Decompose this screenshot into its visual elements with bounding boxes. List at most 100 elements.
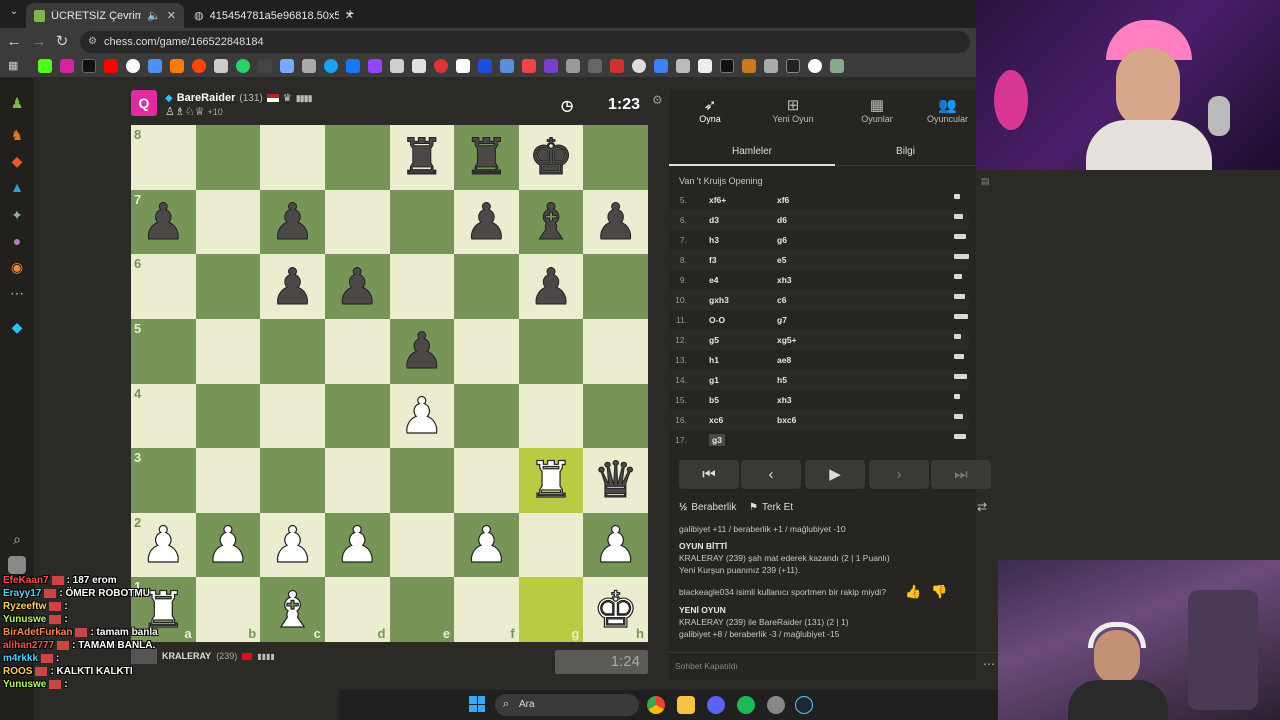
square-g4[interactable]: [518, 383, 584, 449]
black-move[interactable]: d6: [777, 215, 787, 225]
chat-input-bar[interactable]: Sohbet Kapatıldı ⋯: [669, 652, 999, 678]
white-move[interactable]: g3: [709, 434, 725, 446]
square-h7[interactable]: ♟: [583, 189, 648, 255]
more-options-icon[interactable]: ⋯: [983, 657, 995, 671]
square-h6[interactable]: [583, 254, 648, 319]
black-move[interactable]: ae8: [777, 355, 791, 365]
square-c7[interactable]: ♟: [260, 189, 325, 255]
tab-games[interactable]: ▦ Oyunlar: [835, 90, 919, 134]
chrome-icon[interactable]: [647, 696, 665, 714]
bookmark-icon[interactable]: [566, 59, 580, 73]
black-rook-icon[interactable]: ♜: [464, 132, 510, 183]
tab-moves[interactable]: Hamleler: [669, 138, 835, 166]
bookmark-icon[interactable]: [390, 59, 404, 73]
black-move[interactable]: g6: [777, 235, 787, 245]
white-move[interactable]: e4: [709, 275, 718, 285]
black-pawn-icon[interactable]: ♟: [334, 261, 380, 312]
bookmark-icon[interactable]: [478, 59, 492, 73]
square-e3[interactable]: [389, 448, 455, 513]
bookmark-kick-icon[interactable]: [38, 59, 52, 73]
square-b5[interactable]: [195, 318, 261, 384]
bookmark-icon[interactable]: [720, 59, 734, 73]
bookmark-youtube-icon[interactable]: [104, 59, 118, 73]
thumbs-down-icon[interactable]: 👎: [931, 584, 947, 600]
app-icon[interactable]: [767, 696, 785, 714]
tab-play[interactable]: ➶ Oyna: [669, 90, 751, 134]
square-h8[interactable]: [583, 125, 648, 190]
white-pawn-icon[interactable]: ♟: [270, 519, 316, 570]
avatar[interactable]: [8, 556, 26, 574]
square-b7[interactable]: [195, 189, 261, 255]
bookmark-icon[interactable]: [280, 59, 294, 73]
white-king-icon[interactable]: ♚: [593, 584, 639, 635]
white-move[interactable]: gxh3: [709, 295, 729, 305]
bookmark-reddit-icon[interactable]: [192, 59, 206, 73]
white-move[interactable]: d3: [709, 215, 719, 225]
white-move[interactable]: g1: [709, 375, 719, 385]
new-tab-button[interactable]: +: [346, 5, 354, 21]
square-e2[interactable]: [389, 512, 455, 578]
back-icon[interactable]: ←: [5, 33, 23, 51]
learn-icon[interactable]: ▲: [8, 178, 26, 196]
square-b4[interactable]: [195, 383, 261, 449]
tab-players[interactable]: 👥 Oyuncular: [919, 90, 976, 134]
url-field[interactable]: ⚙ chess.com/game/166522848184: [80, 31, 970, 53]
play-button[interactable]: ▶: [805, 460, 865, 489]
square-g3[interactable]: ♜: [518, 448, 584, 513]
black-pawn-icon[interactable]: ♟: [464, 196, 510, 247]
square-d5[interactable]: [324, 318, 390, 384]
bookmark-icon[interactable]: [522, 59, 536, 73]
diamond-icon[interactable]: ◆: [8, 318, 26, 336]
black-pawn-icon[interactable]: ♟: [270, 196, 316, 247]
black-bishop-icon[interactable]: ♝: [528, 196, 574, 247]
black-move[interactable]: xh3: [777, 395, 792, 405]
bookmark-google-icon[interactable]: [126, 59, 140, 73]
steam-icon[interactable]: [795, 696, 813, 714]
black-move[interactable]: g7: [777, 315, 787, 325]
black-pawn-icon[interactable]: ♟: [528, 261, 574, 312]
square-e4[interactable]: ♟: [389, 383, 455, 449]
player-name[interactable]: BareRaider: [177, 92, 236, 104]
bookmark-icon[interactable]: [786, 59, 800, 73]
bookmark-icon[interactable]: [808, 59, 822, 73]
square-c4[interactable]: [260, 383, 325, 449]
bookmark-icon[interactable]: [302, 59, 316, 73]
watch-icon[interactable]: ✦: [8, 206, 26, 224]
bookmark-icon[interactable]: [412, 59, 426, 73]
white-move[interactable]: xc6: [709, 415, 723, 425]
thumbs-up-icon[interactable]: 👍: [905, 584, 921, 600]
square-f7[interactable]: ♟: [454, 189, 519, 255]
bookmark-icon[interactable]: [456, 59, 470, 73]
chess-board[interactable]: 8 ♜ ♜ ♚ 7 ♟ ♟ ♟ ♝ ♟ 6 ♟ ♟ ♟ 5 ♟ 4 ♟ 3 ♜ ♛ 2 ♟ ♟ ♟ ♟ ♟ ♟ 1 a ♜ b c ♝ d e f g h ♚: [131, 125, 648, 642]
bookmark-facebook-icon[interactable]: [346, 59, 360, 73]
forward-icon[interactable]: →: [30, 33, 48, 51]
tab-info[interactable]: Bilgi: [835, 138, 976, 166]
spotify-icon[interactable]: [737, 696, 755, 714]
white-pawn-icon[interactable]: ♟: [593, 519, 639, 570]
white-move[interactable]: h1: [709, 355, 719, 365]
bookmark-icon[interactable]: [632, 59, 646, 73]
close-icon[interactable]: ✕: [167, 9, 176, 22]
square-e8[interactable]: ♜: [389, 125, 455, 190]
square-a6[interactable]: 6: [131, 254, 196, 319]
square-f2[interactable]: ♟: [454, 512, 519, 578]
square-e7[interactable]: [389, 189, 455, 255]
square-d6[interactable]: ♟: [324, 254, 390, 319]
black-move[interactable]: h5: [777, 375, 787, 385]
square-d3[interactable]: [324, 448, 390, 513]
square-b8[interactable]: [195, 125, 261, 190]
square-a2[interactable]: 2 ♟: [131, 512, 196, 578]
square-c3[interactable]: [260, 448, 325, 513]
square-g2[interactable]: [518, 512, 584, 578]
bookmark-icon[interactable]: [434, 59, 448, 73]
puzzles-icon[interactable]: ♞: [8, 126, 26, 144]
mute-icon[interactable]: 🔈: [147, 9, 161, 22]
discord-icon[interactable]: [707, 696, 725, 714]
square-b3[interactable]: [195, 448, 261, 513]
white-pawn-icon[interactable]: ♟: [140, 519, 186, 570]
black-pawn-icon[interactable]: ♟: [593, 196, 639, 247]
black-pawn-icon[interactable]: ♟: [270, 261, 316, 312]
black-move[interactable]: xf6: [777, 195, 789, 205]
tab-chess[interactable]: ÜCRETSİZ Çevrimiçi Satranç 🔈 ✕: [26, 3, 184, 28]
black-move[interactable]: xg5+: [777, 335, 797, 345]
